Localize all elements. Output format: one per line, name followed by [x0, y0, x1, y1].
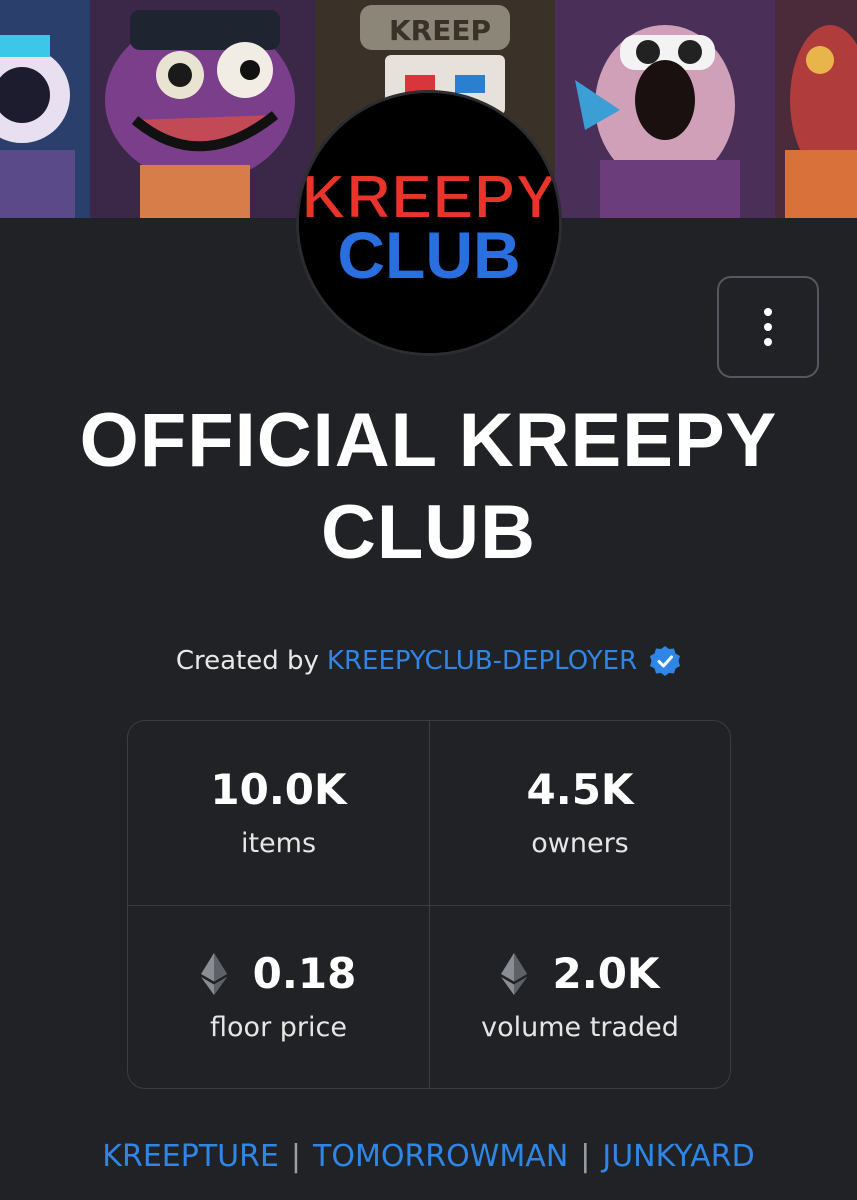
more-options-icon	[764, 308, 772, 316]
floor-price-label: floor price	[210, 1011, 347, 1043]
volume-traded-value: 2.0K	[552, 948, 660, 998]
link-tomorrowman[interactable]: TOMORROWMAN	[313, 1139, 568, 1174]
related-collections-links: KREEPTURE | TOMORROWMAN | JUNKYARD	[0, 1136, 857, 1178]
volume-traded-label: volume traded	[481, 1011, 679, 1043]
creator-line: Created by KREEPYCLUB-DEPLOYER	[0, 640, 857, 682]
items-value: 10.0K	[210, 764, 347, 814]
verified-badge-icon	[650, 646, 681, 676]
items-label: items	[240, 827, 317, 859]
owners-label: owners	[531, 827, 629, 859]
floor-price-row: 0.18	[200, 946, 357, 1002]
stat-owners[interactable]: 4.5K owners	[429, 721, 730, 905]
creator-link[interactable]: KREEPYCLUB-DEPLOYER	[327, 640, 637, 682]
link-separator: |	[580, 1139, 591, 1174]
more-options-icon-dot	[764, 323, 772, 331]
collection-title: OFFICIAL KREEPY CLUB	[79, 398, 778, 575]
more-options-button[interactable]	[717, 276, 819, 378]
volume-traded-row: 2.0K	[500, 946, 660, 1002]
ethereum-icon	[500, 952, 527, 995]
link-separator: |	[290, 1139, 302, 1174]
owners-value: 4.5K	[526, 764, 634, 814]
link-kreepture[interactable]: KREEPTURE	[102, 1139, 279, 1174]
ethereum-icon	[200, 952, 227, 995]
logo-line-2: CLUB	[337, 218, 520, 292]
stat-volume-traded[interactable]: 2.0K volume traded	[429, 904, 730, 1088]
floor-price-value: 0.18	[252, 948, 357, 998]
stat-items[interactable]: 10.0K items	[128, 721, 429, 905]
creator-prefix: Created by	[175, 646, 319, 676]
more-options-icon-dot	[764, 338, 772, 346]
collection-avatar: KREEPY CLUB	[296, 90, 562, 356]
link-junkyard[interactable]: JUNKYARD	[602, 1139, 754, 1174]
stat-floor-price[interactable]: 0.18 floor price	[128, 904, 429, 1089]
kreepy-club-logo: KREEPY CLUB	[299, 93, 559, 353]
collection-stats: 10.0K items 4.5K owners 0.18 floor price	[127, 720, 731, 1089]
banner-hat-text: KREEP	[389, 14, 491, 47]
